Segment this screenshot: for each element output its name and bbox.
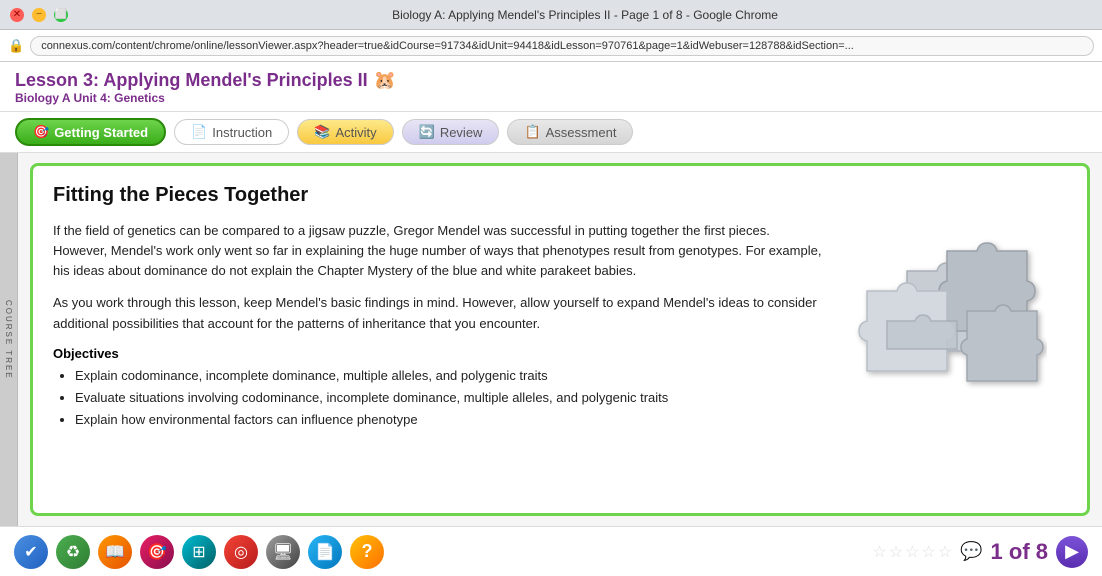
tab-getting-started[interactable]: 🎯 Getting Started — [15, 118, 166, 146]
maximize-button[interactable]: ⬜ — [54, 8, 68, 22]
title-bar: ✕ − ⬜ Biology A: Applying Mendel's Princ… — [0, 0, 1102, 30]
icon-bullseye[interactable]: ◎ — [224, 535, 258, 569]
lesson-subtitle: Biology A Unit 4: Genetics — [15, 91, 1087, 105]
content-scroll[interactable]: Fitting the Pieces Together If the field… — [33, 166, 1087, 513]
browser-title: Biology A: Applying Mendel's Principles … — [78, 8, 1092, 22]
tab-label-assessment: Assessment — [546, 125, 617, 140]
icon-document[interactable]: 📄 — [308, 535, 342, 569]
puzzle-image — [847, 221, 1047, 391]
content-text: If the field of genetics can be compared… — [53, 221, 827, 433]
content-box: Fitting the Pieces Together If the field… — [30, 163, 1090, 516]
content-layout: If the field of genetics can be compared… — [53, 221, 1067, 433]
paragraph-1: If the field of genetics can be compared… — [53, 221, 827, 281]
objective-3: Explain how environmental factors can in… — [75, 411, 827, 429]
star-3: ☆ — [905, 542, 919, 562]
star-5: ☆ — [938, 542, 952, 562]
address-input[interactable] — [30, 36, 1094, 56]
bottom-icons: ✔ ♻ 📖 🎯 ⊞ ◎ 🖥 📄 ? — [14, 535, 384, 569]
page-number: 1 of 8 — [991, 539, 1048, 565]
tab-assessment[interactable]: 📋 Assessment — [507, 119, 633, 145]
minimize-button[interactable]: − — [32, 8, 46, 22]
tab-icon-activity: 📚 — [314, 124, 330, 140]
icon-monitor[interactable]: 🖥 — [266, 535, 300, 569]
chat-icon[interactable]: 💬 — [960, 541, 982, 562]
objectives-list: Explain codominance, incomplete dominanc… — [53, 367, 827, 430]
content-area: COURSE TREE Fitting the Pieces Together … — [0, 153, 1102, 526]
tab-review[interactable]: 🔄 Review — [402, 119, 500, 145]
icon-target[interactable]: 🎯 — [140, 535, 174, 569]
star-2: ☆ — [889, 542, 903, 562]
icon-question[interactable]: ? — [350, 535, 384, 569]
app-body: Lesson 3: Applying Mendel's Principles I… — [0, 62, 1102, 576]
tab-icon-review: 🔄 — [419, 124, 435, 140]
lesson-content: Fitting the Pieces Together If the field… — [18, 153, 1102, 526]
page-title: Fitting the Pieces Together — [53, 184, 1067, 207]
page-counter: ☆ ☆ ☆ ☆ ☆ 💬 1 of 8 ▶ — [872, 536, 1088, 568]
lesson-header: Lesson 3: Applying Mendel's Principles I… — [0, 62, 1102, 112]
tab-instruction[interactable]: 📄 Instruction — [174, 119, 289, 145]
tab-label-review: Review — [440, 125, 483, 140]
icon-checkmark[interactable]: ✔ — [14, 535, 48, 569]
tab-icon-getting-started: 🎯 — [33, 124, 49, 140]
star-1: ☆ — [872, 542, 886, 562]
tab-icon-assessment: 📋 — [524, 124, 540, 140]
tab-icon-instruction: 📄 — [191, 124, 207, 140]
course-tree-label: COURSE TREE — [4, 300, 13, 380]
paragraph-2: As you work through this lesson, keep Me… — [53, 293, 827, 333]
address-bar: 🔒 — [0, 30, 1102, 62]
close-button[interactable]: ✕ — [10, 8, 24, 22]
lock-icon: 🔒 — [8, 38, 24, 54]
emoji-icon: 🐹 — [374, 70, 396, 91]
tab-label-getting-started: Getting Started — [54, 125, 148, 140]
nav-tabs: 🎯 Getting Started 📄 Instruction 📚 Activi… — [0, 112, 1102, 153]
content-image — [847, 221, 1067, 433]
bottom-bar: ✔ ♻ 📖 🎯 ⊞ ◎ 🖥 📄 ? ☆ ☆ ☆ ☆ ☆ 💬 1 of 8 ▶ — [0, 526, 1102, 576]
objective-2: Evaluate situations involving codominanc… — [75, 389, 827, 407]
icon-recycle[interactable]: ♻ — [56, 535, 90, 569]
tab-label-activity: Activity — [335, 125, 376, 140]
tab-activity[interactable]: 📚 Activity — [297, 119, 393, 145]
icon-book[interactable]: 📖 — [98, 535, 132, 569]
window-controls[interactable]: ✕ − ⬜ — [10, 8, 68, 22]
course-tree-sidebar[interactable]: COURSE TREE — [0, 153, 18, 526]
next-page-button[interactable]: ▶ — [1056, 536, 1088, 568]
page-stars: ☆ ☆ ☆ ☆ ☆ — [872, 542, 952, 562]
objectives-title: Objectives — [53, 346, 827, 361]
tab-label-instruction: Instruction — [212, 125, 272, 140]
lesson-title: Lesson 3: Applying Mendel's Principles I… — [15, 70, 1087, 91]
objective-1: Explain codominance, incomplete dominanc… — [75, 367, 827, 385]
star-4: ☆ — [921, 542, 935, 562]
icon-grid[interactable]: ⊞ — [182, 535, 216, 569]
